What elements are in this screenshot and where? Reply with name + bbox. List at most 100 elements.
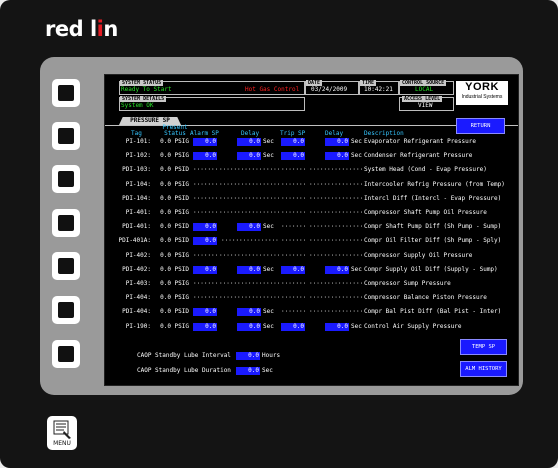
delay-1-unit: Sec — [263, 138, 274, 145]
alarm-sp-field[interactable]: 0.0 — [193, 138, 217, 146]
row-placeholder-dots: ········································… — [193, 181, 217, 188]
row-placeholder-dots: ········································… — [193, 294, 217, 301]
row-placeholder-dots: ········································… — [281, 252, 307, 259]
row-tag: PDI-104: — [122, 195, 151, 202]
row-tag: PDI-103: — [122, 166, 151, 173]
row-placeholder-dots: ········································… — [219, 166, 279, 173]
row-tag: PI-403: — [125, 280, 151, 287]
row-placeholder-dots: ········································… — [309, 209, 363, 216]
delay-1-field[interactable]: 0.0 — [237, 138, 261, 146]
menu-label: MENU — [53, 440, 71, 447]
delay-1-unit: Sec — [263, 266, 274, 273]
col-delay-1: Delay — [241, 130, 260, 137]
delay-1-field[interactable]: 0.0 — [237, 223, 261, 231]
trip-sp-field[interactable]: 0.0 — [281, 323, 305, 331]
access-level-value: VIEW — [418, 102, 433, 109]
row-placeholder-dots: ········································… — [309, 181, 363, 188]
row-placeholder-dots: ········································… — [281, 223, 307, 230]
alarm-sp-field[interactable]: 0.0 — [193, 237, 217, 245]
row-placeholder-dots: ········································… — [309, 195, 363, 202]
lube-duration-field[interactable]: 0.0 — [236, 367, 260, 375]
row-placeholder-dots: ········································… — [219, 181, 279, 188]
soft-key-5[interactable] — [52, 252, 80, 280]
row-placeholder-dots: ········································… — [219, 294, 279, 301]
delay-2-field[interactable]: 0.0 — [325, 138, 349, 146]
row-status: 0.0 PSIG — [160, 252, 189, 259]
soft-key-7[interactable] — [52, 340, 80, 368]
trip-sp-field[interactable]: 0.0 — [281, 266, 305, 274]
delay-2-field[interactable]: 0.0 — [325, 152, 349, 160]
delay-1-field[interactable]: 0.0 — [237, 266, 261, 274]
col-alarm-sp: Alarm SP — [190, 130, 219, 137]
hmi-screen: SYSTEM STATUS Ready To Start Hot Gas Con… — [104, 74, 519, 386]
alarm-sp-field[interactable]: 0.0 — [193, 266, 217, 274]
control-source-value: LOCAL — [415, 86, 434, 93]
temp-sp-button[interactable]: TEMP SP — [460, 339, 507, 355]
time-value: 10:42:21 — [364, 86, 393, 93]
delay-1-field[interactable]: 0.0 — [237, 308, 261, 316]
delay-1-unit: Sec — [263, 323, 274, 330]
soft-key-6[interactable] — [52, 296, 80, 324]
row-placeholder-dots: ········································… — [309, 252, 363, 259]
row-description: Compr Supply Oil Diff (Supply - Sump) — [364, 266, 498, 273]
row-placeholder-dots: ········································… — [281, 166, 307, 173]
york-logo: YORK Industrial Systems — [456, 81, 508, 105]
status-text: Ready To Start — [121, 86, 172, 93]
trip-sp-field[interactable]: 0.0 — [281, 152, 305, 160]
row-placeholder-dots: ········································… — [281, 280, 307, 287]
row-placeholder-dots: ········································… — [309, 223, 363, 230]
menu-button[interactable]: MENU — [47, 416, 77, 450]
lube-interval-unit: Hours — [262, 352, 281, 359]
delay-2-unit: Sec — [351, 138, 362, 145]
row-placeholder-dots: ········································… — [219, 252, 279, 259]
col-description: Description — [364, 130, 404, 137]
row-status: 0.0 PSID — [160, 166, 189, 173]
row-description: Compressor Supply Oil Pressure — [364, 252, 473, 259]
row-tag: PDI-404: — [122, 308, 151, 315]
row-tag: PI-401: — [125, 209, 151, 216]
alarm-sp-field[interactable]: 0.0 — [193, 223, 217, 231]
alm-history-button[interactable]: ALM HISTORY — [460, 361, 507, 377]
row-description: Intercooler Refrig Pressure (from Temp) — [364, 181, 505, 188]
row-description: Compressor Balance Piston Pressure — [364, 294, 487, 301]
trip-sp-field[interactable]: 0.0 — [281, 138, 305, 146]
row-placeholder-dots: ········································… — [221, 237, 279, 244]
row-placeholder-dots: ········································… — [309, 294, 363, 301]
row-description: System Head (Cond - Evap Pressure) — [364, 166, 487, 173]
soft-key-4[interactable] — [52, 209, 80, 237]
row-status: 0.0 PSIG — [160, 138, 189, 145]
row-status: 0.0 PSID — [160, 195, 189, 202]
row-placeholder-dots: ········································… — [281, 308, 307, 315]
delay-1-unit: Sec — [263, 152, 274, 159]
york-name: YORK — [465, 81, 499, 93]
york-subtitle: Industrial Systems — [461, 94, 503, 100]
row-placeholder-dots: ········································… — [219, 195, 279, 202]
alarm-sp-field[interactable]: 0.0 — [193, 152, 217, 160]
soft-key-1[interactable] — [52, 79, 80, 107]
row-tag: PI-190: — [125, 323, 151, 330]
delay-1-field[interactable]: 0.0 — [237, 152, 261, 160]
soft-key-2[interactable] — [52, 122, 80, 150]
delay-1-field[interactable]: 0.0 — [237, 323, 261, 331]
row-description: Compr Shaft Pump Diff (Sh Pump - Sump) — [364, 223, 502, 230]
delay-2-field[interactable]: 0.0 — [325, 323, 349, 331]
row-placeholder-dots: ········································… — [193, 195, 217, 202]
row-placeholder-dots: ········································… — [193, 280, 217, 287]
delay-2-field[interactable]: 0.0 — [325, 266, 349, 274]
lube-interval-field[interactable]: 0.0 — [236, 352, 260, 360]
row-placeholder-dots: ········································… — [193, 166, 217, 173]
alarm-sp-field[interactable]: 0.0 — [193, 308, 217, 316]
row-tag: PI-402: — [125, 252, 151, 259]
row-status: 0.0 PSIG — [160, 181, 189, 188]
row-status: 0.0 PSIG — [160, 294, 189, 301]
alarm-sp-field[interactable]: 0.0 — [193, 323, 217, 331]
row-description: Control Air Supply Pressure — [364, 323, 462, 330]
row-status: 0.0 PSID — [160, 223, 189, 230]
delay-2-unit: Sec — [351, 323, 362, 330]
row-placeholder-dots: ········································… — [309, 280, 363, 287]
row-description: Condenser Refrigerant Pressure — [364, 152, 473, 159]
soft-key-3[interactable] — [52, 165, 80, 193]
row-status: 0.0 PSIG — [160, 209, 189, 216]
return-button[interactable]: RETURN — [456, 118, 505, 134]
col-delay-2: Delay — [325, 130, 344, 137]
